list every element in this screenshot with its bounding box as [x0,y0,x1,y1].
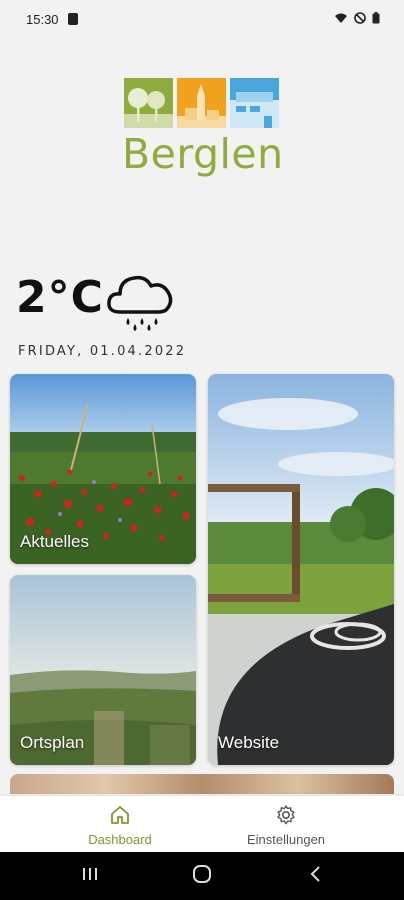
gear-icon [277,805,295,825]
weather-date: FRIDAY, 01.04.2022 [18,344,187,359]
tile-aktuelles[interactable]: Aktuelles [10,374,196,564]
viewpoint-image [208,374,394,765]
wifi-icon [335,13,347,23]
logo-tile-building [230,78,279,128]
tile-label-aktuelles: Aktuelles [20,532,89,551]
nav-dashboard[interactable]: Dashboard [40,804,200,847]
nav-settings-label: Einstellungen [246,832,326,847]
logo-tile-church [177,78,226,128]
do-not-disturb-icon [354,12,366,24]
notification-icon [68,13,78,25]
logo-tile-trees [124,78,173,128]
status-icons [334,12,380,24]
battery-icon [372,12,380,24]
nav-settings[interactable]: Einstellungen [206,804,366,847]
app-logo: Berglen [122,78,284,188]
tile-website[interactable]: Website [208,374,394,765]
home-button-icon[interactable] [192,864,212,884]
status-bar: 15:30 [0,0,404,40]
rain-cloud-icon [107,275,173,331]
system-navigation-bar [0,852,404,900]
nav-dashboard-label: Dashboard [88,832,152,847]
weather-widget: 2°C FRIDAY, 01.04.2022 [16,268,256,368]
home-icon [111,806,129,824]
tile-ortsplan[interactable]: Ortsplan [10,575,196,765]
recents-icon[interactable] [80,864,100,884]
bottom-navigation: Dashboard Einstellungen [0,796,404,852]
tile-label-ortsplan: Ortsplan [20,733,85,752]
temperature: 2°C [16,272,104,323]
logo-text: Berglen [122,130,284,178]
status-time: 15:30 [26,12,59,27]
tile-label-website: Website [218,733,280,752]
next-tile-preview[interactable] [10,774,394,794]
back-icon[interactable] [306,864,326,884]
